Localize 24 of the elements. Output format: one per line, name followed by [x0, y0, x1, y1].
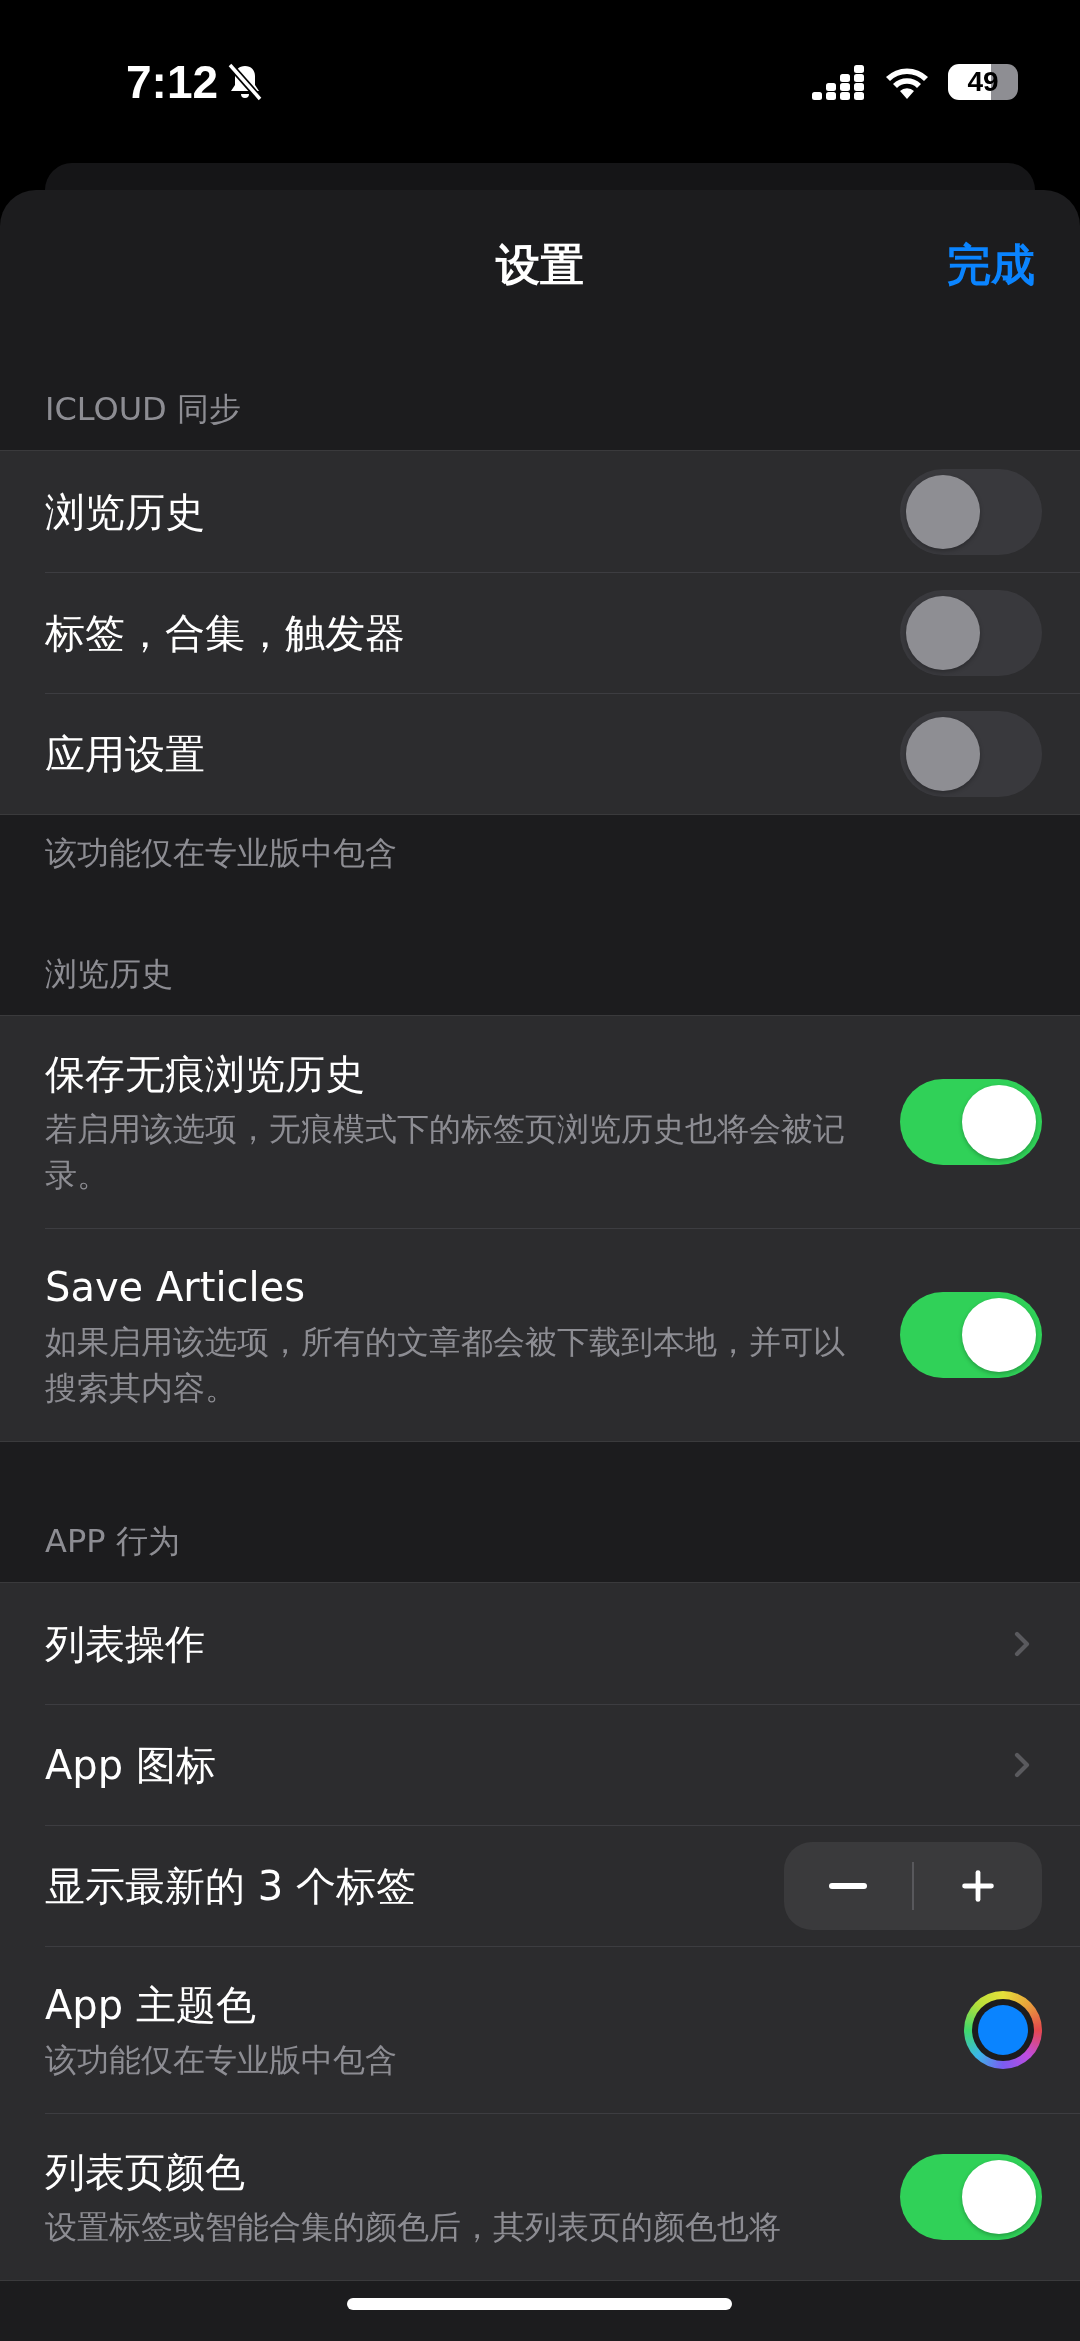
- row-title: 列表页颜色: [45, 2148, 246, 2197]
- row-title: Save Articles: [45, 1263, 307, 1312]
- row-description: 该功能仅在专业版中包含: [45, 2040, 398, 2081]
- row-title: 应用设置: [45, 730, 206, 779]
- row-title: 显示最新的 3 个标签: [45, 1862, 417, 1911]
- section-header: APP 行为: [45, 1521, 180, 1562]
- section-footer: 该功能仅在专业版中包含: [0, 815, 1080, 875]
- row-title: 浏览历史: [45, 487, 206, 537]
- row-description: 若启用该选项，无痕模式下的标签页浏览历史也将会被记录。: [45, 1109, 845, 1196]
- row-title: 列表操作: [45, 1619, 206, 1669]
- status-time: 7:12: [126, 54, 219, 109]
- row-description: 设置标签或智能合集的颜色后，其列表页的颜色也将: [45, 2207, 782, 2248]
- section-header: ICLOUD 同步: [45, 389, 241, 430]
- row-description: 如果启用该选项，所有的文章都会被下载到本地，并可以搜索其内容。: [45, 1322, 845, 1409]
- battery-indicator: 49: [948, 63, 1018, 100]
- row-title: 标签，合集，触发器: [45, 609, 406, 658]
- row-title: 保存无痕浏览历史: [45, 1050, 366, 1099]
- row-title: App 主题色: [45, 1981, 257, 2030]
- sheet-title: 设置: [496, 237, 584, 292]
- minus-icon: [829, 1883, 867, 1889]
- signal-icon: [812, 63, 866, 100]
- done-button[interactable]: 完成: [947, 235, 1035, 295]
- section-header: 浏览历史: [45, 954, 173, 995]
- row-title: App 图标: [45, 1741, 217, 1790]
